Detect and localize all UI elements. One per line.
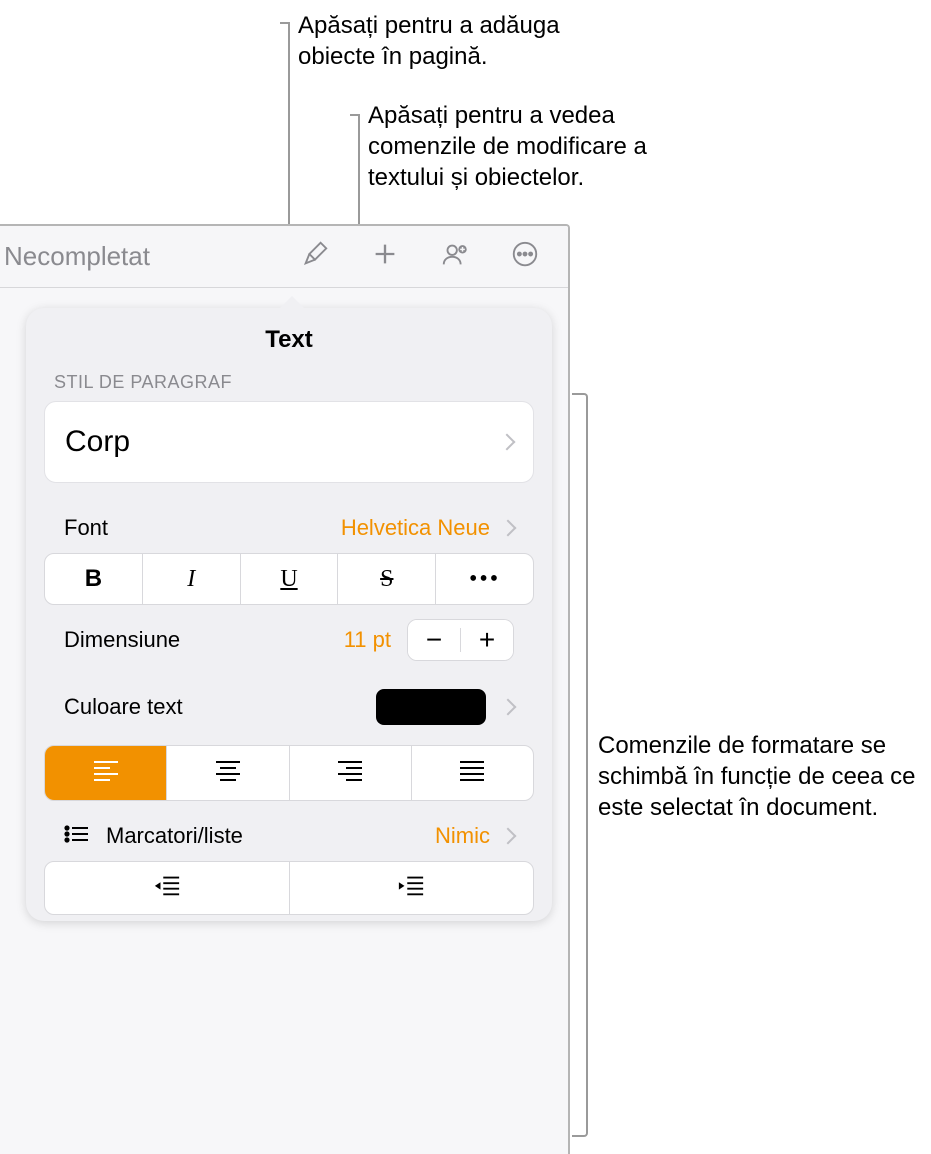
strikethrough-button[interactable]: S [338, 554, 436, 604]
paragraph-style-value: Corp [65, 425, 130, 459]
outdent-button[interactable] [45, 862, 290, 914]
app-window: Necompletat [0, 224, 570, 1154]
align-justify-icon [458, 759, 486, 788]
align-center-button[interactable] [167, 746, 289, 800]
collaborate-icon [440, 239, 470, 274]
size-value: 11 pt [344, 627, 391, 653]
collaborate-button[interactable] [420, 239, 490, 274]
callout-leader [358, 114, 360, 230]
document-title: Necompletat [0, 241, 150, 272]
callout-leader [288, 22, 290, 230]
list-icon [64, 824, 106, 849]
size-increase-button[interactable]: + [461, 620, 513, 660]
more-font-options-button[interactable]: ••• [436, 554, 533, 604]
italic-button[interactable]: I [143, 554, 241, 604]
font-label: Font [64, 515, 108, 541]
chevron-right-icon [499, 434, 516, 451]
text-color-label: Culoare text [64, 694, 183, 720]
callout-format-context: Comenzile de formatare se schimbă în fun… [598, 730, 918, 824]
size-stepper: − + [407, 619, 514, 661]
paintbrush-icon [300, 239, 330, 274]
more-button[interactable] [490, 239, 560, 274]
indent-button[interactable] [290, 862, 534, 914]
align-right-icon [336, 759, 364, 788]
size-decrease-button[interactable]: − [408, 620, 460, 660]
underline-button[interactable]: U [241, 554, 339, 604]
paragraph-style-row[interactable]: Corp [44, 401, 534, 483]
callout-edit-controls: Apăsați pentru a vedea comenzile de modi… [368, 100, 698, 194]
font-row[interactable]: Font Helvetica Neue [44, 509, 534, 553]
bullets-lists-value: Nimic [435, 823, 490, 849]
indent-icon [397, 874, 425, 903]
size-label: Dimensiune [64, 627, 180, 653]
format-popover: Text STIL DE PARAGRAF Corp Font Helvetic… [26, 308, 552, 921]
indent-segmented [44, 861, 534, 915]
chevron-right-icon [500, 520, 517, 537]
popover-title: Text [26, 308, 552, 368]
align-center-icon [214, 759, 242, 788]
paragraph-style-label: STIL DE PARAGRAF [26, 368, 552, 401]
callout-bracket [572, 393, 588, 1137]
bullets-lists-label: Marcatori/liste [106, 823, 243, 849]
plus-icon [370, 239, 400, 274]
align-left-icon [92, 759, 120, 788]
align-justify-button[interactable] [412, 746, 533, 800]
text-color-row[interactable]: Culoare text [44, 675, 534, 739]
alignment-segmented [44, 745, 534, 801]
text-color-swatch[interactable] [376, 689, 486, 725]
align-right-button[interactable] [290, 746, 412, 800]
chevron-right-icon [500, 828, 517, 845]
chevron-right-icon [500, 699, 517, 716]
toolbar: Necompletat [0, 226, 568, 288]
align-left-button[interactable] [45, 746, 167, 800]
format-button[interactable] [280, 239, 350, 274]
bold-button[interactable]: B [45, 554, 143, 604]
bullets-lists-row[interactable]: Marcatori/liste Nimic [44, 801, 534, 861]
insert-button[interactable] [350, 239, 420, 274]
outdent-icon [153, 874, 181, 903]
font-style-segmented: B I U S ••• [44, 553, 534, 605]
ellipsis-circle-icon [510, 239, 540, 274]
font-value: Helvetica Neue [341, 515, 490, 541]
size-row: Dimensiune 11 pt − + [44, 605, 534, 675]
callout-add-objects: Apăsați pentru a adăuga obiecte în pagin… [298, 10, 618, 72]
